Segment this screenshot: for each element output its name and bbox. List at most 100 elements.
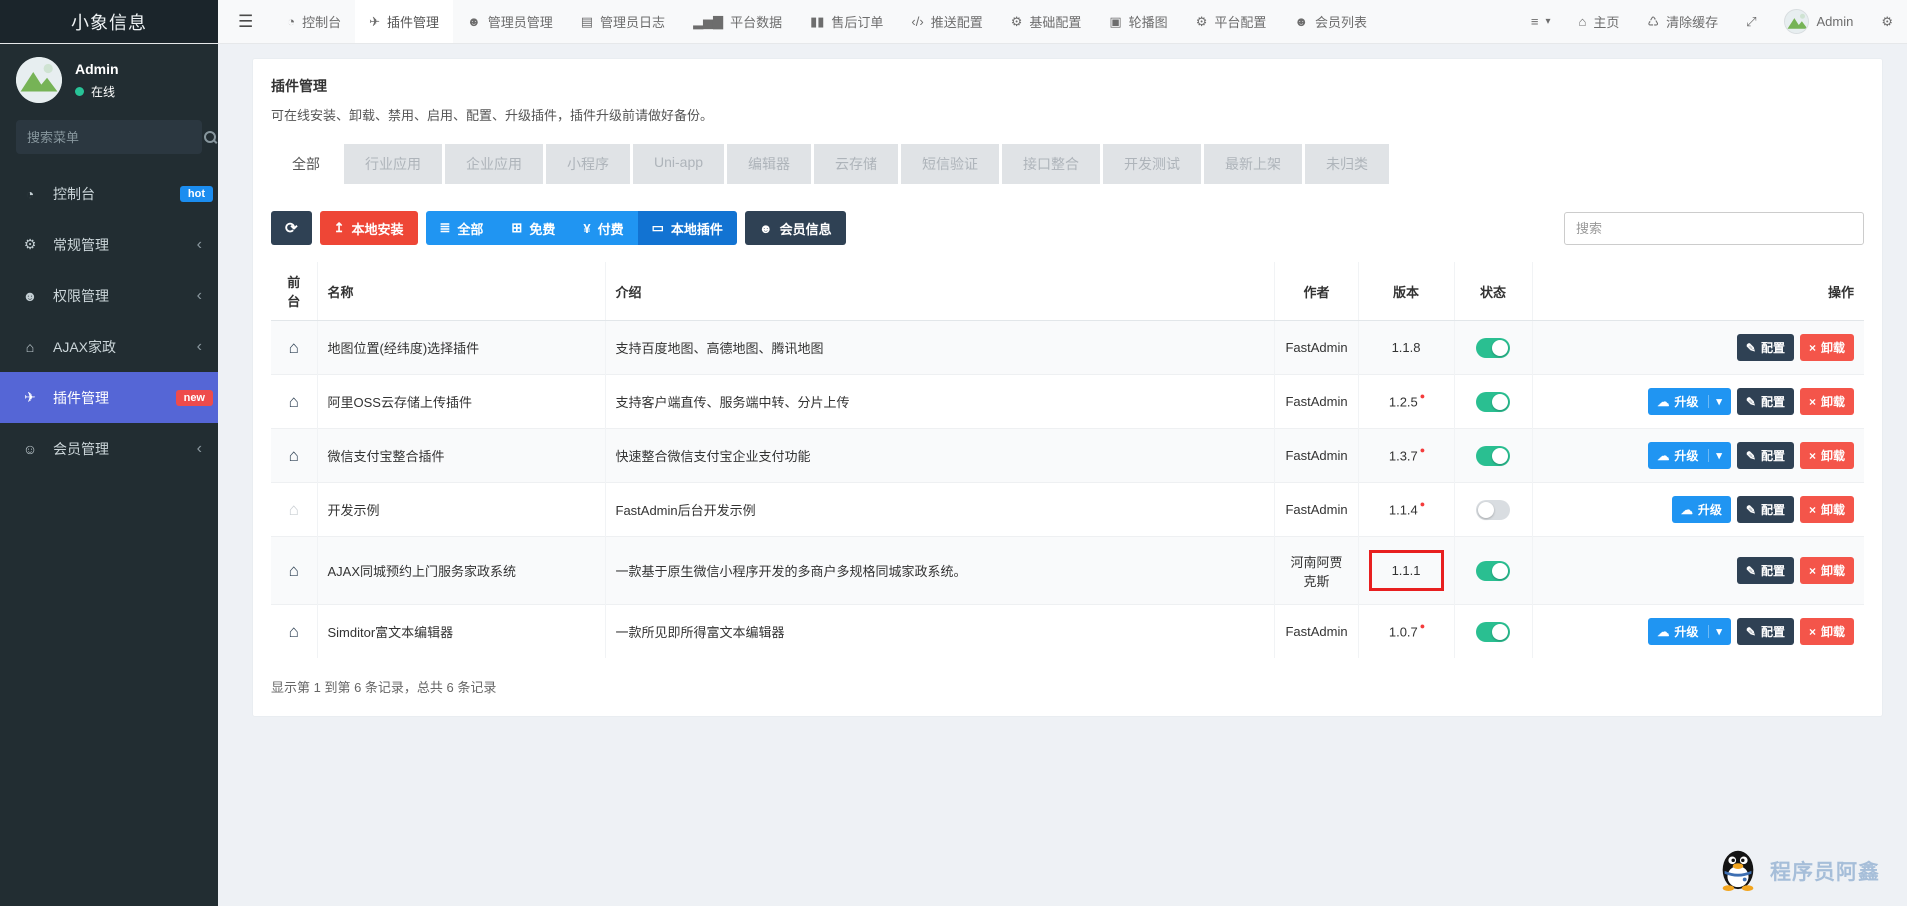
home-icon: ⌂ [289,392,299,411]
nav-item-baseconf[interactable]: ⚙基础配置 [997,0,1096,43]
sidebar-item-label: 常规管理 [53,235,109,255]
pencil-icon: ✎ [1746,564,1756,578]
pencil-icon: ✎ [1746,449,1756,463]
x-icon: × [1809,449,1816,463]
button-label: 付费 [598,219,624,238]
nav-item-label: 主页 [1593,12,1619,31]
sidebar-item-控制台[interactable]: ◔控制台hot [0,168,218,219]
nav-item-adminlog[interactable]: ▤管理员日志 [567,0,679,43]
status-toggle[interactable] [1476,622,1510,642]
list-icon: ≣ [440,220,451,236]
x-icon: × [1809,503,1816,517]
filter-local-button[interactable]: ▭ 本地插件 [638,211,737,245]
sidebar-item-常规管理[interactable]: ⚙常规管理‹ [0,219,218,270]
filter-all-button[interactable]: ≣ 全部 [426,211,498,245]
refresh-button[interactable]: ⟳ [271,211,312,245]
table-row: ⌂阿里OSS云存储上传插件支持客户端直传、服务端中转、分片上传FastAdmin… [271,375,1864,429]
tab-小程序[interactable]: 小程序 [546,144,630,184]
x-icon: × [1809,395,1816,409]
nav-item-push[interactable]: ‹/›推送配置 [897,0,996,43]
tab-编辑器[interactable]: 编辑器 [727,144,811,184]
status-toggle[interactable] [1476,446,1510,466]
nav-item-orders[interactable]: ▮▮售后订单 [796,0,897,43]
nav-item-members[interactable]: ☻会员列表 [1280,0,1381,43]
hamburger-icon: ☰ [238,12,253,32]
code-icon: ‹/› [911,14,923,29]
home-icon: ⌂ [289,622,299,641]
online-dot-icon [75,87,84,96]
tab-全部[interactable]: 全部 [271,144,341,184]
nav-item-carousel[interactable]: ▣轮播图 [1095,0,1181,43]
config-button[interactable]: ✎配置 [1737,334,1794,361]
tab-最新上架[interactable]: 最新上架 [1204,144,1302,184]
sidebar-toggle-button[interactable]: ☰ [218,0,273,43]
uninstall-button[interactable]: ×卸载 [1800,496,1854,523]
home-icon: ⌂ [289,561,299,580]
sidebar-item-插件管理[interactable]: ✈插件管理new [0,372,218,423]
table-search-input[interactable] [1564,212,1864,245]
nav-item-platdata[interactable]: ▂▅▇平台数据 [679,0,796,43]
tab-未归类[interactable]: 未归类 [1305,144,1389,184]
nav-item-clear-cache[interactable]: ♺ 清除缓存 [1633,0,1732,43]
local-install-button[interactable]: ↥ 本地安装 [320,211,418,245]
nav-item-admin-profile[interactable]: Admin [1770,0,1867,43]
plugin-author: FastAdmin [1275,429,1358,483]
uninstall-button[interactable]: ×卸载 [1800,388,1854,415]
nav-item-console[interactable]: ◔控制台 [273,0,355,43]
nav-item-plugins[interactable]: ✈插件管理 [355,0,453,43]
fullscreen-button[interactable]: ⤢ [1732,0,1770,43]
config-button[interactable]: ✎配置 [1737,618,1794,645]
avatar[interactable] [16,57,62,103]
status-toggle[interactable] [1476,500,1510,520]
config-button[interactable]: ✎配置 [1737,557,1794,584]
upgrade-button[interactable]: ☁升级▾ [1648,442,1731,469]
config-button[interactable]: ✎配置 [1737,442,1794,469]
settings-button[interactable]: ⚙ [1867,0,1907,43]
tab-短信验证[interactable]: 短信验证 [901,144,999,184]
plugin-intro: 一款所见即所得富文本编辑器 [605,605,1275,659]
config-button[interactable]: ✎配置 [1737,388,1794,415]
uninstall-button[interactable]: ×卸载 [1800,618,1854,645]
member-info-button[interactable]: ☻ 会员信息 [745,211,846,245]
config-button[interactable]: ✎配置 [1737,496,1794,523]
status-toggle[interactable] [1476,392,1510,412]
nav-item-home[interactable]: ⌂ 主页 [1565,0,1634,43]
tab-开发测试[interactable]: 开发测试 [1103,144,1201,184]
nav-item-admins[interactable]: ☻管理员管理 [453,0,567,43]
tab-行业应用[interactable]: 行业应用 [344,144,442,184]
sidebar-item-会员管理[interactable]: ☺会员管理‹ [0,423,218,474]
filter-paid-button[interactable]: ¥ 付费 [569,211,637,245]
upgrade-button[interactable]: ☁升级▾ [1648,388,1731,415]
nav-item-platconf[interactable]: ⚙平台配置 [1182,0,1281,43]
gears-icon: ⚙ [1881,14,1893,30]
x-icon: × [1809,341,1816,355]
sidebar-item-权限管理[interactable]: ☻权限管理‹ [0,270,218,321]
upgrade-button[interactable]: ☁升级 [1672,496,1731,523]
tab-接口整合[interactable]: 接口整合 [1002,144,1100,184]
pencil-icon: ✎ [1746,503,1756,517]
status-toggle[interactable] [1476,561,1510,581]
sidebar-item-label: 权限管理 [53,286,109,306]
plugin-intro: FastAdmin后台开发示例 [605,483,1275,537]
upgrade-button[interactable]: ☁升级▾ [1648,618,1731,645]
uninstall-button[interactable]: ×卸载 [1800,557,1854,584]
tab-云存储[interactable]: 云存储 [814,144,898,184]
button-label: 全部 [457,219,483,238]
dashboard-icon: ◔ [287,14,295,29]
tab-企业应用[interactable]: 企业应用 [445,144,543,184]
user-icon: ☻ [467,14,481,29]
toggle-knob [1492,563,1508,579]
sidebar-item-AJAX家政[interactable]: ⌂AJAX家政‹ [0,321,218,372]
rocket-icon: ✈ [369,14,380,30]
uninstall-button[interactable]: ×卸载 [1800,442,1854,469]
status-toggle[interactable] [1476,338,1510,358]
toolbar: ⟳ ↥ 本地安装 ≣ 全部 ⊞ 免费 ¥ 付费 [271,211,1864,245]
plugin-version: 1.2.5● [1383,389,1429,413]
filter-free-button[interactable]: ⊞ 免费 [497,211,569,245]
uninstall-button[interactable]: ×卸载 [1800,334,1854,361]
menu-search-input[interactable] [27,130,203,145]
qq-penguin-icon [1715,843,1761,898]
chevron-left-icon: ‹ [197,288,202,304]
nav-menu-dropdown[interactable]: ≡ ▾ [1517,0,1565,43]
tab-Uni-app[interactable]: Uni-app [633,144,724,184]
